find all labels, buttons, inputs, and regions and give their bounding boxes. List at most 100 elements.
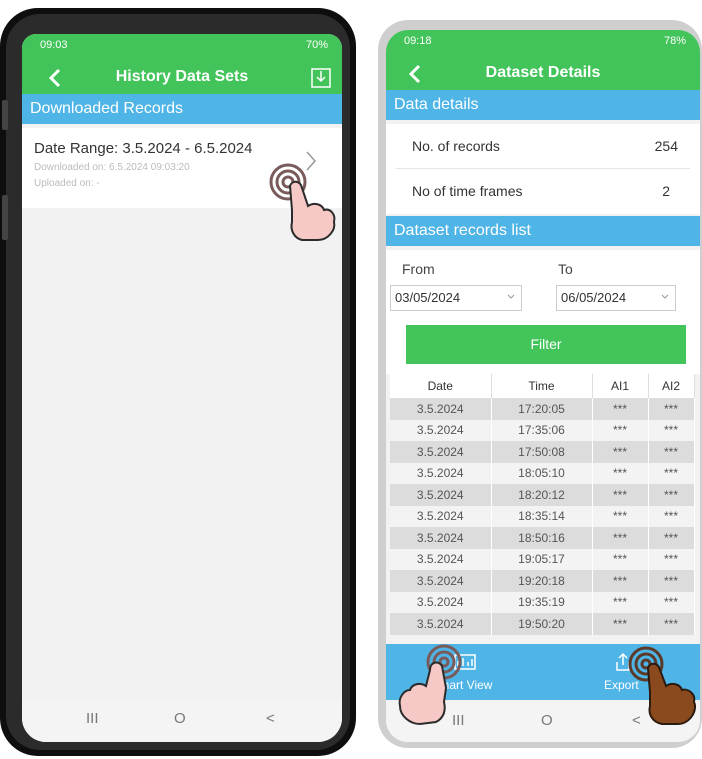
- cell-time: 19:50:20: [491, 613, 593, 635]
- section-title: Downloaded Records: [30, 100, 183, 117]
- cell-date: 3.5.2024: [390, 419, 492, 441]
- from-label: From: [402, 261, 435, 277]
- table-row: 3.5.2024 17:50:08 *** ***: [390, 441, 695, 463]
- table-row: 3.5.2024 17:35:06 *** ***: [390, 419, 695, 441]
- cell-time: 18:05:10: [491, 462, 593, 484]
- to-date-value: 06/05/2024: [561, 290, 627, 305]
- cell-ai1: ***: [592, 398, 649, 420]
- column-header-ai1: AI1: [592, 374, 649, 398]
- time-frames-value: 2: [662, 183, 670, 199]
- cell-time: 18:20:12: [491, 484, 593, 506]
- recents-button[interactable]: III: [86, 710, 99, 727]
- column-header-date: Date: [390, 374, 492, 398]
- home-button[interactable]: O: [541, 712, 553, 729]
- cell-ai2: ***: [648, 570, 695, 592]
- cell-ai2: ***: [648, 548, 695, 570]
- side-button: [2, 100, 8, 130]
- filter-card: From To 03/05/2024 06/05/2024 Filter: [386, 250, 700, 374]
- cell-time: 17:50:08: [491, 441, 593, 463]
- cell-date: 3.5.2024: [390, 548, 492, 570]
- status-bar: 09:03 70%: [22, 34, 342, 56]
- status-battery: 70%: [305, 39, 328, 51]
- pointing-hand-icon: [269, 163, 336, 241]
- left-screen: 09:03 70% History Data Sets Downloaded R…: [22, 34, 342, 742]
- records-label: No. of records: [412, 138, 500, 154]
- table-row: 3.5.2024 19:50:20 *** ***: [390, 613, 695, 635]
- cell-ai2: ***: [648, 505, 695, 527]
- nav-back-button[interactable]: <: [266, 710, 275, 727]
- right-screen: 09:18 78% Dataset Details Data details N…: [386, 30, 700, 742]
- chevron-down-icon: [507, 294, 515, 299]
- cell-time: 19:20:18: [491, 570, 593, 592]
- cell-ai1: ***: [592, 548, 649, 570]
- cell-date: 3.5.2024: [390, 591, 492, 613]
- cell-time: 19:35:19: [491, 591, 593, 613]
- cell-ai2: ***: [648, 484, 695, 506]
- cell-ai2: ***: [648, 527, 695, 549]
- data-details-card: No. of records 254 No of time frames 2: [386, 124, 700, 214]
- cell-date: 3.5.2024: [390, 505, 492, 527]
- column-header-time: Time: [491, 374, 593, 398]
- cell-date: 3.5.2024: [390, 462, 492, 484]
- section-title: Data details: [394, 96, 479, 113]
- to-date-select[interactable]: 06/05/2024: [556, 285, 676, 311]
- cell-ai2: ***: [648, 419, 695, 441]
- cell-date: 3.5.2024: [390, 527, 492, 549]
- table-row: 3.5.2024 18:05:10 *** ***: [390, 462, 695, 484]
- from-date-select[interactable]: 03/05/2024: [390, 285, 522, 311]
- page-title: Dataset Details: [485, 64, 601, 81]
- status-time: 09:03: [40, 39, 68, 51]
- filter-button[interactable]: Filter: [406, 325, 686, 364]
- cell-time: 18:35:14: [491, 505, 593, 527]
- cell-time: 17:35:06: [491, 419, 593, 441]
- table-row: 3.5.2024 18:50:16 *** ***: [390, 527, 695, 549]
- cell-ai1: ***: [592, 484, 649, 506]
- cell-ai1: ***: [592, 441, 649, 463]
- time-frames-label: No of time frames: [412, 183, 523, 199]
- cell-ai1: ***: [592, 419, 649, 441]
- status-battery: 78%: [663, 35, 686, 47]
- status-time: 09:18: [404, 35, 432, 47]
- cell-time: 17:20:05: [491, 398, 593, 420]
- cell-ai1: ***: [592, 613, 649, 635]
- table-row: 3.5.2024 19:05:17 *** ***: [390, 548, 695, 570]
- status-bar: 09:18 78%: [386, 30, 700, 52]
- cell-ai1: ***: [592, 591, 649, 613]
- cell-ai2: ***: [648, 462, 695, 484]
- table-row: 3.5.2024 18:35:14 *** ***: [390, 505, 695, 527]
- side-button: [2, 195, 8, 240]
- cell-date: 3.5.2024: [390, 570, 492, 592]
- table-header-row: Date Time AI1 AI2: [390, 374, 695, 398]
- table-row: 3.5.2024 18:20:12 *** ***: [390, 484, 695, 506]
- home-button[interactable]: O: [174, 710, 186, 727]
- table-row: 3.5.2024 19:35:19 *** ***: [390, 591, 695, 613]
- cell-ai2: ***: [648, 591, 695, 613]
- to-label: To: [558, 261, 573, 277]
- cell-ai1: ***: [592, 505, 649, 527]
- cell-ai1: ***: [592, 570, 649, 592]
- cell-time: 19:05:17: [491, 548, 593, 570]
- download-icon[interactable]: [310, 65, 332, 89]
- cell-ai2: ***: [648, 398, 695, 420]
- pointing-hand-icon: [398, 644, 462, 726]
- cell-ai1: ***: [592, 462, 649, 484]
- system-nav-bar: III O <: [22, 700, 342, 742]
- page-title: History Data Sets: [115, 68, 249, 85]
- data-details-header: Data details: [386, 90, 700, 120]
- section-title: Dataset records list: [394, 222, 531, 239]
- downloaded-records-header: Downloaded Records: [22, 94, 342, 124]
- column-header-ai2: AI2: [648, 374, 695, 398]
- cell-time: 18:50:16: [491, 527, 593, 549]
- cell-date: 3.5.2024: [390, 484, 492, 506]
- records-list-header: Dataset records list: [386, 216, 700, 246]
- table-row: 3.5.2024 19:20:18 *** ***: [390, 570, 695, 592]
- record-uploaded: Uploaded on: -: [34, 178, 100, 189]
- cell-date: 3.5.2024: [390, 398, 492, 420]
- cell-date: 3.5.2024: [390, 441, 492, 463]
- cell-ai2: ***: [648, 613, 695, 635]
- divider: [396, 168, 690, 169]
- from-date-value: 03/05/2024: [395, 290, 461, 305]
- records-table: Date Time AI1 AI2 3.5.2024 17:20:05 *** ***…: [390, 374, 695, 635]
- record-date-range: Date Range: 3.5.2024 - 6.5.2024: [34, 140, 253, 157]
- cell-ai1: ***: [592, 527, 649, 549]
